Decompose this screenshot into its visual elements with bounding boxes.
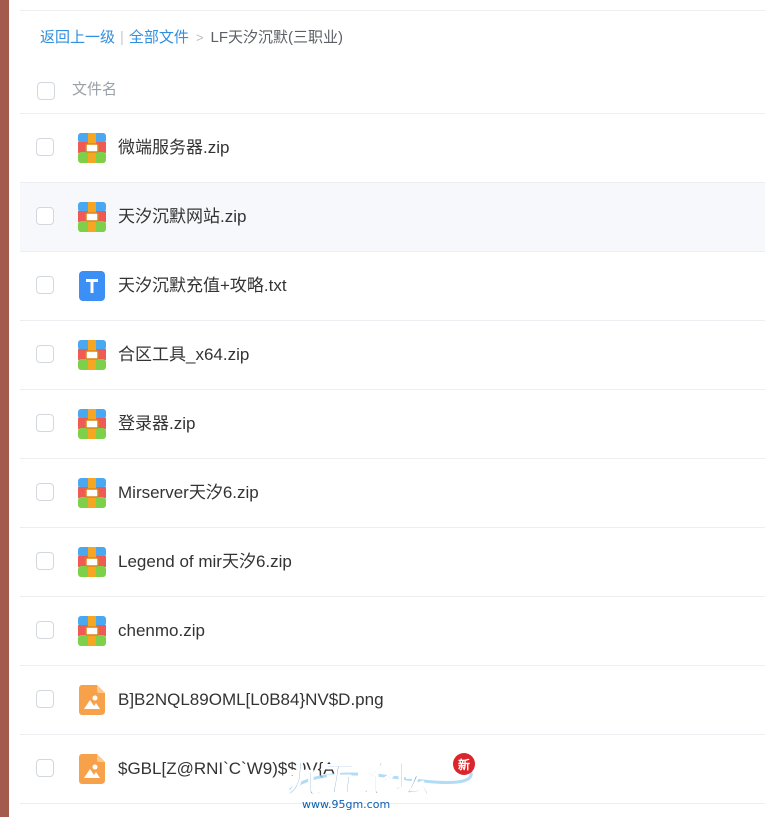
breadcrumb-separator: |: [120, 29, 124, 46]
file-list-header: 文件名: [20, 66, 765, 114]
file-name-link[interactable]: 合区工具_x64.zip: [118, 344, 249, 366]
file-row[interactable]: B]B2NQL89OML[L0B84}NV$D.png: [20, 666, 765, 735]
watermark-url: www.95gm.com: [302, 798, 390, 811]
zip-icon: [78, 547, 106, 577]
zip-icon: [78, 340, 106, 370]
file-name-link[interactable]: 天汐沉默网站.zip: [118, 206, 246, 228]
select-all-checkbox[interactable]: [37, 82, 55, 100]
image-icon: [78, 754, 106, 784]
file-name-link[interactable]: Legend of mir天汐6.zip: [118, 551, 292, 573]
file-row[interactable]: Mirserver天汐6.zip: [20, 459, 765, 528]
file-name-link[interactable]: 天汐沉默充值+攻略.txt: [118, 275, 287, 297]
watermark-title: 九五论坛: [286, 760, 430, 801]
breadcrumb-all-files-link[interactable]: 全部文件: [129, 29, 189, 46]
zip-icon: [78, 202, 106, 232]
file-row[interactable]: chenmo.zip: [20, 597, 765, 666]
file-row[interactable]: 合区工具_x64.zip: [20, 321, 765, 390]
top-divider: [20, 10, 765, 11]
file-name-link[interactable]: B]B2NQL89OML[L0B84}NV$D.png: [118, 689, 384, 711]
left-edge-bar: [0, 0, 9, 817]
column-header-filename: 文件名: [72, 81, 118, 98]
file-row-checkbox[interactable]: [36, 690, 54, 708]
file-name-link[interactable]: chenmo.zip: [118, 620, 205, 642]
zip-icon: [78, 478, 106, 508]
txt-icon: [78, 271, 106, 301]
forum-watermark-logo: 九五论坛 www.95gm.com 新: [285, 753, 475, 811]
file-name-link[interactable]: 微端服务器.zip: [118, 137, 229, 159]
zip-icon: [78, 133, 106, 163]
breadcrumb: 返回上一级 | 全部文件 > LF天汐沉默(三职业): [40, 28, 343, 48]
file-row-checkbox[interactable]: [36, 759, 54, 777]
file-name-link[interactable]: Mirserver天汐6.zip: [118, 482, 259, 504]
file-row-checkbox[interactable]: [36, 621, 54, 639]
file-row-checkbox[interactable]: [36, 345, 54, 363]
file-row-checkbox[interactable]: [36, 138, 54, 156]
watermark-badge: 新: [458, 757, 470, 772]
file-name-link[interactable]: 登录器.zip: [118, 413, 195, 435]
file-row[interactable]: 登录器.zip: [20, 390, 765, 459]
file-list: 微端服务器.zip 天汐沉默网站.zip 天汐沉默充值+攻略.txt 合区工具_x64…: [20, 114, 765, 804]
file-row[interactable]: 天汐沉默充值+攻略.txt: [20, 252, 765, 321]
zip-icon: [78, 616, 106, 646]
file-row[interactable]: Legend of mir天汐6.zip: [20, 528, 765, 597]
breadcrumb-current-folder: LF天汐沉默(三职业): [210, 29, 344, 46]
breadcrumb-arrow: >: [195, 30, 204, 45]
zip-icon: [78, 409, 106, 439]
breadcrumb-back-link[interactable]: 返回上一级: [40, 29, 115, 46]
file-row-checkbox[interactable]: [36, 483, 54, 501]
file-row[interactable]: 微端服务器.zip: [20, 114, 765, 183]
file-row[interactable]: 天汐沉默网站.zip: [20, 183, 765, 252]
file-row-checkbox[interactable]: [36, 414, 54, 432]
image-icon: [78, 685, 106, 715]
file-row-checkbox[interactable]: [36, 276, 54, 294]
file-row-checkbox[interactable]: [36, 552, 54, 570]
file-row-checkbox[interactable]: [36, 207, 54, 225]
